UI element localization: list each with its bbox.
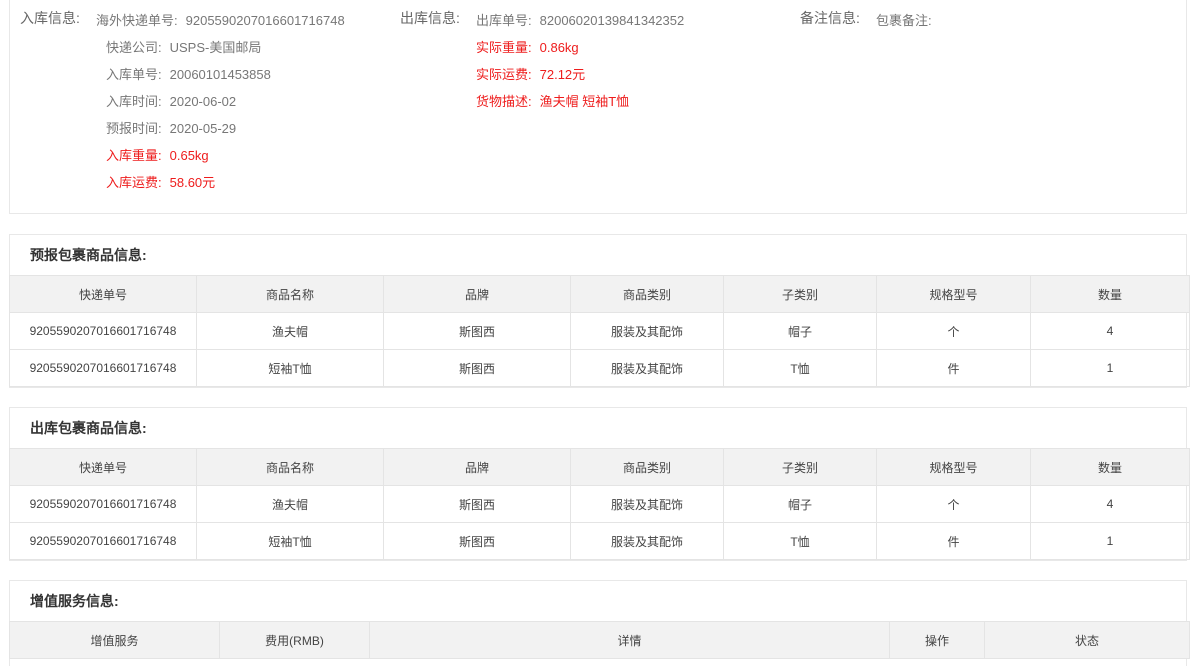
column-header: 操作 [889, 621, 985, 659]
inbound-time: 入库时间: 2020-06-02 [106, 94, 237, 109]
table-header-row: 增值服务 费用(RMB) 详情 操作 状态 [9, 621, 1190, 659]
column-header: 子类别 [723, 448, 877, 486]
column-header: 详情 [369, 621, 890, 659]
table-cell: 件 [876, 522, 1031, 560]
table-cell: 斯图西 [383, 312, 571, 350]
table-cell: 斯图西 [383, 349, 571, 387]
column-header: 商品名称 [196, 448, 384, 486]
table-header-row: 快递单号 商品名称 品牌 商品类别 子类别 规格型号 数量 [9, 275, 1190, 313]
table-cell: T恤 [723, 522, 877, 560]
actual-fee: 实际运费: 72.12元 [476, 67, 586, 82]
forecast-goods-title: 预报包裹商品信息: [30, 247, 147, 263]
inbound-tracking-number: 海外快递单号: 9205590207016601716748 [96, 13, 345, 28]
table-cell: 服装及其配饰 [570, 485, 724, 523]
package-info-panel: 入库信息: 海外快递单号: 9205590207016601716748 快递公司… [9, 0, 1187, 214]
actual-weight: 实际重量: 0.86kg [476, 40, 579, 55]
column-header: 快递单号 [9, 275, 197, 313]
table-cell: 9205590207016601716748 [9, 349, 197, 387]
table-row: 9205590207016601716748 短袖T恤 斯图西 服装及其配饰 T… [9, 349, 1190, 387]
column-header: 子类别 [723, 275, 877, 313]
column-header: 快递单号 [9, 448, 197, 486]
table-cell: 1 [1030, 349, 1190, 387]
inbound-section-label: 入库信息: [20, 10, 80, 26]
table-row: 9205590207016601716748 渔夫帽 斯图西 服装及其配饰 帽子… [9, 312, 1190, 350]
table-cell: 9205590207016601716748 [9, 522, 197, 560]
table-cell: 1 [1030, 522, 1190, 560]
column-header: 增值服务 [9, 621, 220, 659]
table-cell: 4 [1030, 485, 1190, 523]
table-row: 9205590207016601716748 短袖T恤 斯图西 服装及其配饰 T… [9, 522, 1190, 560]
column-header: 状态 [984, 621, 1190, 659]
table-cell: 斯图西 [383, 485, 571, 523]
table-row: 9205590207016601716748 渔夫帽 斯图西 服装及其配饰 帽子… [9, 485, 1190, 523]
value-added-title: 增值服务信息: [30, 593, 119, 609]
table-cell: 服装及其配饰 [570, 349, 724, 387]
table-cell: 件 [876, 349, 1031, 387]
column-header: 商品名称 [196, 275, 384, 313]
table-cell: 4 [1030, 312, 1190, 350]
outbound-section-label: 出库信息: [400, 10, 460, 26]
column-header: 规格型号 [876, 448, 1031, 486]
remark-section-label: 备注信息: [800, 10, 860, 26]
table-cell: 个 [876, 312, 1031, 350]
outbound-goods-title: 出库包裹商品信息: [30, 420, 147, 436]
inbound-fee: 入库运费: 58.60元 [106, 175, 216, 190]
goods-description: 货物描述: 渔夫帽 短袖T恤 [476, 94, 630, 109]
table-header-row: 快递单号 商品名称 品牌 商品类别 子类别 规格型号 数量 [9, 448, 1190, 486]
table-cell: 帽子 [723, 485, 877, 523]
column-header: 规格型号 [876, 275, 1031, 313]
package-remark: 包裹备注: [876, 13, 932, 28]
outbound-order-number: 出库单号: 82006020139841342352 [476, 13, 685, 28]
table-cell: 短袖T恤 [196, 522, 384, 560]
table-cell: T恤 [723, 349, 877, 387]
column-header: 商品类别 [570, 448, 724, 486]
table-cell: 渔夫帽 [196, 485, 384, 523]
column-header: 费用(RMB) [219, 621, 370, 659]
column-header: 数量 [1030, 275, 1190, 313]
column-header: 品牌 [383, 448, 571, 486]
inbound-courier: 快递公司: USPS-美国邮局 [106, 40, 262, 55]
inbound-order-number: 入库单号: 20060101453858 [106, 67, 271, 82]
table-cell: 短袖T恤 [196, 349, 384, 387]
table-cell: 渔夫帽 [196, 312, 384, 350]
table-cell: 斯图西 [383, 522, 571, 560]
forecast-goods-table: 快递单号 商品名称 品牌 商品类别 子类别 规格型号 数量 9205590207… [9, 275, 1190, 387]
table-cell: 帽子 [723, 312, 877, 350]
inbound-weight: 入库重量: 0.65kg [106, 148, 209, 163]
outbound-goods-card: 出库包裹商品信息: 快递单号 商品名称 品牌 商品类别 子类别 规格型号 数量 … [9, 407, 1190, 561]
column-header: 商品类别 [570, 275, 724, 313]
column-header: 品牌 [383, 275, 571, 313]
forecast-time: 预报时间: 2020-05-29 [106, 121, 237, 136]
table-cell: 个 [876, 485, 1031, 523]
forecast-goods-card: 预报包裹商品信息: 快递单号 商品名称 品牌 商品类别 子类别 规格型号 数量 … [9, 234, 1190, 388]
column-header: 数量 [1030, 448, 1190, 486]
table-cell: 服装及其配饰 [570, 522, 724, 560]
table-cell: 服装及其配饰 [570, 312, 724, 350]
outbound-goods-table: 快递单号 商品名称 品牌 商品类别 子类别 规格型号 数量 9205590207… [9, 448, 1190, 560]
table-cell: 9205590207016601716748 [9, 312, 197, 350]
table-cell: 9205590207016601716748 [9, 485, 197, 523]
value-added-table: 增值服务 费用(RMB) 详情 操作 状态 [9, 621, 1190, 659]
value-added-card: 增值服务信息: 增值服务 费用(RMB) 详情 操作 状态 [9, 580, 1190, 666]
